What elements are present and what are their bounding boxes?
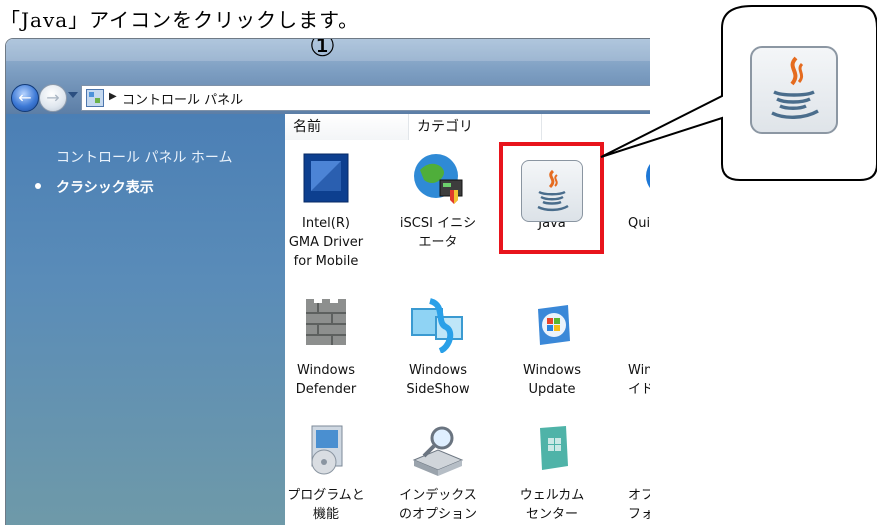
item-label: イドバ: [628, 382, 650, 397]
item-label: Intel(R): [302, 216, 350, 231]
item-label: Windows: [296, 363, 356, 378]
item-intel-gma[interactable]: Intel(R) GMA Driver for Mobile: [280, 150, 372, 271]
windows-defender-icon: [298, 297, 354, 353]
item-label: GMA Driver: [288, 235, 364, 250]
column-header-name[interactable]: 名前: [285, 114, 409, 140]
bullet-icon: [35, 183, 41, 189]
breadcrumb-arrow-icon[interactable]: ▶: [109, 91, 117, 102]
indexing-options-icon: [410, 422, 466, 478]
welcome-center-icon: [524, 422, 580, 478]
item-label: for Mobile: [293, 254, 359, 269]
windows-update-icon: [524, 297, 580, 353]
item-windows-update[interactable]: Windows Update: [506, 297, 598, 399]
item-label: フォ: [628, 507, 650, 522]
item-label: Windows: [408, 363, 468, 378]
item-label: インデックス: [399, 488, 477, 503]
intel-gma-icon: [298, 150, 354, 206]
step-marker: ①: [309, 38, 336, 64]
item-label: SideShow: [406, 382, 470, 397]
iscsi-initiator-icon: [410, 150, 466, 206]
offline-files-icon: [638, 422, 650, 478]
item-programs-features[interactable]: プログラムと 機能: [280, 422, 372, 524]
breadcrumb[interactable]: コントロール パネル: [122, 89, 243, 108]
item-quicktime[interactable]: Qui: [620, 150, 650, 233]
control-panel-icon: [86, 89, 104, 107]
forward-button[interactable]: →: [39, 84, 67, 112]
item-label: 機能: [312, 507, 339, 522]
item-label: オフ: [628, 488, 650, 503]
back-button[interactable]: ←: [11, 84, 39, 112]
item-windows-sidebar[interactable]: Wind イドバ: [620, 297, 650, 399]
item-windows-sideshow[interactable]: Windows SideShow: [392, 297, 484, 399]
history-dropdown-icon[interactable]: [68, 92, 78, 98]
java-highlight-box: [499, 142, 604, 254]
item-label: Qui: [628, 216, 650, 231]
item-label: センター: [525, 507, 578, 522]
item-label: Windows: [522, 363, 582, 378]
control-panel-window: ← → ▶ コントロール パネル コントロール パネル ホーム クラシック表示 …: [5, 38, 650, 525]
windows-sidebar-icon: [638, 297, 650, 353]
task-pane: コントロール パネル ホーム クラシック表示: [6, 114, 285, 525]
item-label: エータ: [418, 235, 458, 250]
item-label: ウェルカム: [519, 488, 585, 503]
instruction-text: 「Java」アイコンをクリックします。: [0, 8, 360, 32]
item-label: Wind: [628, 363, 650, 378]
quicktime-icon: [638, 150, 650, 206]
item-label: のオプション: [398, 507, 477, 522]
item-iscsi-initiator[interactable]: iSCSI イニシ エータ: [392, 150, 484, 252]
item-label: プログラムと: [287, 488, 365, 503]
item-windows-defender[interactable]: Windows Defender: [280, 297, 372, 399]
item-welcome-center[interactable]: ウェルカム センター: [506, 422, 598, 524]
windows-sideshow-icon: [410, 297, 466, 354]
sidebar-item-home[interactable]: コントロール パネル ホーム: [56, 147, 232, 167]
item-label: Defender: [295, 382, 357, 397]
item-indexing-options[interactable]: インデックス のオプション: [392, 422, 484, 524]
sidebar-item-classic-view[interactable]: クラシック表示: [56, 177, 154, 197]
item-label: Update: [528, 382, 576, 397]
address-bar[interactable]: ▶ コントロール パネル: [81, 85, 650, 111]
item-offline-files[interactable]: オフフォ: [620, 422, 650, 524]
column-header-category[interactable]: カテゴリ: [409, 114, 542, 140]
item-label: iSCSI イニシ: [399, 216, 477, 231]
java-zoom-icon: [750, 46, 838, 134]
programs-features-icon: [298, 422, 354, 478]
